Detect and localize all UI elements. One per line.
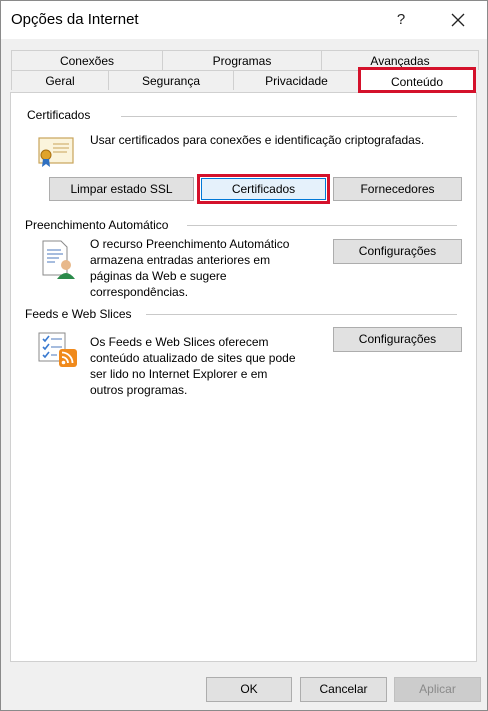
- autocomplete-settings-button[interactable]: Configurações: [333, 239, 462, 264]
- certificate-icon: [38, 137, 74, 167]
- window-title: Opções da Internet: [11, 11, 139, 28]
- tab-label: Privacidade: [265, 74, 328, 88]
- feeds-rss-icon: [38, 332, 77, 367]
- clear-ssl-state-button[interactable]: Limpar estado SSL: [49, 177, 194, 201]
- tab-privacidade[interactable]: Privacidade: [233, 70, 360, 90]
- tab-label: Segurança: [141, 74, 201, 88]
- tab-label: Geral: [45, 74, 75, 88]
- internet-options-dialog: Opções da Internet ? Conexões Programas …: [0, 0, 488, 711]
- tab-conexoes[interactable]: Conexões: [11, 50, 163, 70]
- tab-geral[interactable]: Geral: [11, 70, 109, 90]
- tab-label: Programas: [212, 54, 272, 68]
- certificates-separator: [121, 116, 457, 117]
- publishers-button[interactable]: Fornecedores: [333, 177, 462, 201]
- tab-seguranca[interactable]: Segurança: [108, 70, 234, 90]
- feeds-description-line-1: Os Feeds e Web Slices oferecem: [90, 335, 269, 349]
- tab-label: Conteúdo: [390, 75, 444, 89]
- feeds-description-line-3: ser lido no Internet Explorer e em: [90, 367, 268, 381]
- feeds-description-line-4: outros programas.: [90, 383, 188, 397]
- tab-conteudo[interactable]: Conteúdo: [358, 67, 476, 93]
- close-icon: [451, 13, 465, 27]
- cancel-button[interactable]: Cancelar: [300, 677, 387, 702]
- apply-button[interactable]: Aplicar: [394, 677, 481, 702]
- certificates-description: Usar certificados para conexões e identi…: [90, 133, 425, 147]
- feeds-settings-button[interactable]: Configurações: [333, 327, 462, 352]
- feeds-description-line-2: conteúdo atualizado de sites que pode: [90, 351, 296, 365]
- autocomplete-description-line-2: armazena entradas anteriores em: [90, 253, 271, 267]
- autocomplete-separator: [187, 225, 457, 226]
- autocomplete-section-title: Preenchimento Automático: [25, 218, 169, 232]
- certificates-button-label: Certificados: [201, 178, 326, 200]
- close-button[interactable]: [441, 5, 477, 35]
- feeds-section-title: Feeds e Web Slices: [25, 307, 132, 321]
- title-bar: Opções da Internet ?: [1, 1, 487, 39]
- certificates-button[interactable]: Certificados: [197, 174, 330, 204]
- tab-programas[interactable]: Programas: [162, 50, 322, 70]
- help-button[interactable]: ?: [385, 5, 417, 35]
- certificates-section-title: Certificados: [27, 108, 91, 122]
- autocomplete-user-form-icon: [42, 240, 75, 279]
- tab-label: Avançadas: [370, 54, 430, 68]
- autocomplete-description-line-3: páginas da Web e sugere: [90, 269, 227, 283]
- tab-label: Conexões: [59, 54, 115, 68]
- feeds-separator: [146, 314, 457, 315]
- ok-button[interactable]: OK: [206, 677, 292, 702]
- autocomplete-description-line-1: O recurso Preenchimento Automático: [90, 237, 290, 251]
- autocomplete-description-line-4: correspondências.: [90, 285, 189, 299]
